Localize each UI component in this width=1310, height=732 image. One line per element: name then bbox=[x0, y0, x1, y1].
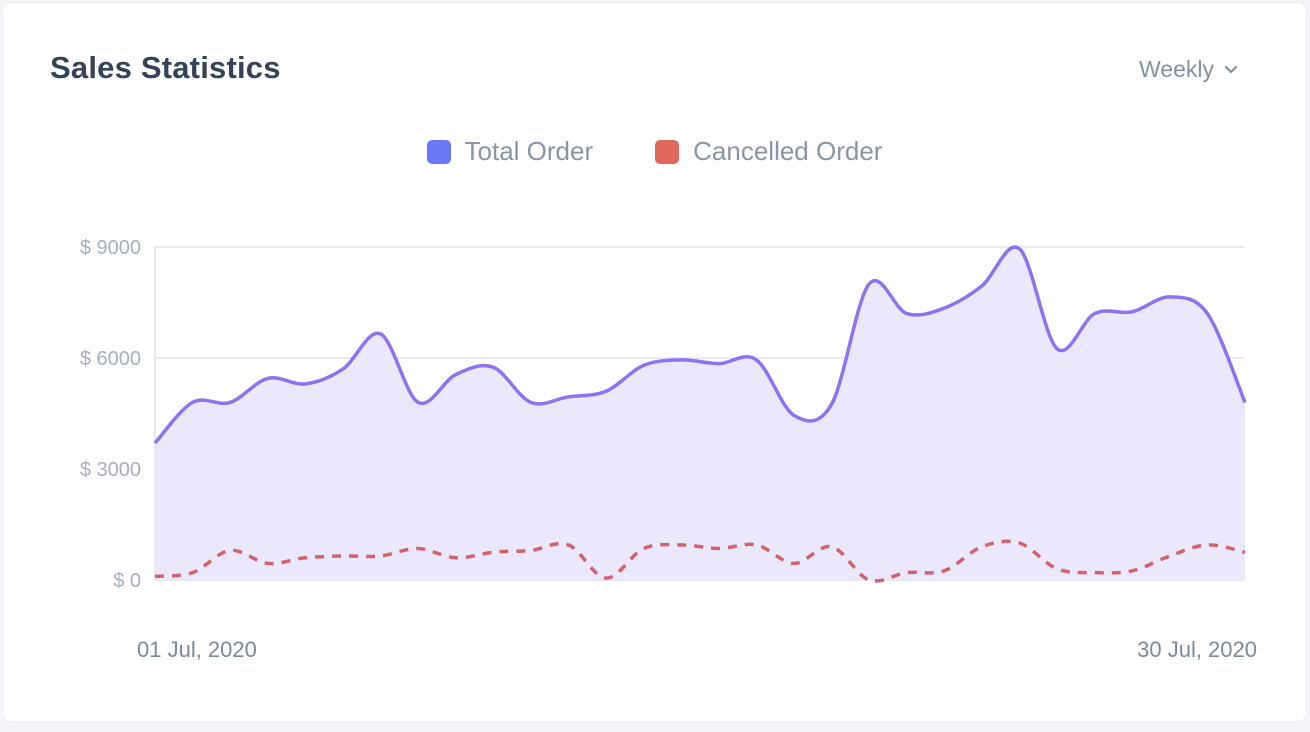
y-tick-label: $ 3000 bbox=[80, 459, 141, 481]
y-tick-label: $ 0 bbox=[113, 570, 141, 592]
sales-statistics-card: Sales Statistics Weekly Total Order Canc… bbox=[3, 3, 1306, 721]
total-order-area bbox=[155, 247, 1245, 580]
y-tick-label: $ 6000 bbox=[80, 348, 141, 370]
x-tick-label: 01 Jul, 2020 bbox=[137, 637, 257, 662]
sales-chart: $ 0 $ 3000 $ 6000 $ 9000 01 Jul, 2020 30 Jul,… bbox=[80, 237, 1257, 662]
y-tick-label: $ 9000 bbox=[80, 237, 141, 259]
x-tick-label: 30 Jul, 2020 bbox=[1137, 637, 1257, 662]
